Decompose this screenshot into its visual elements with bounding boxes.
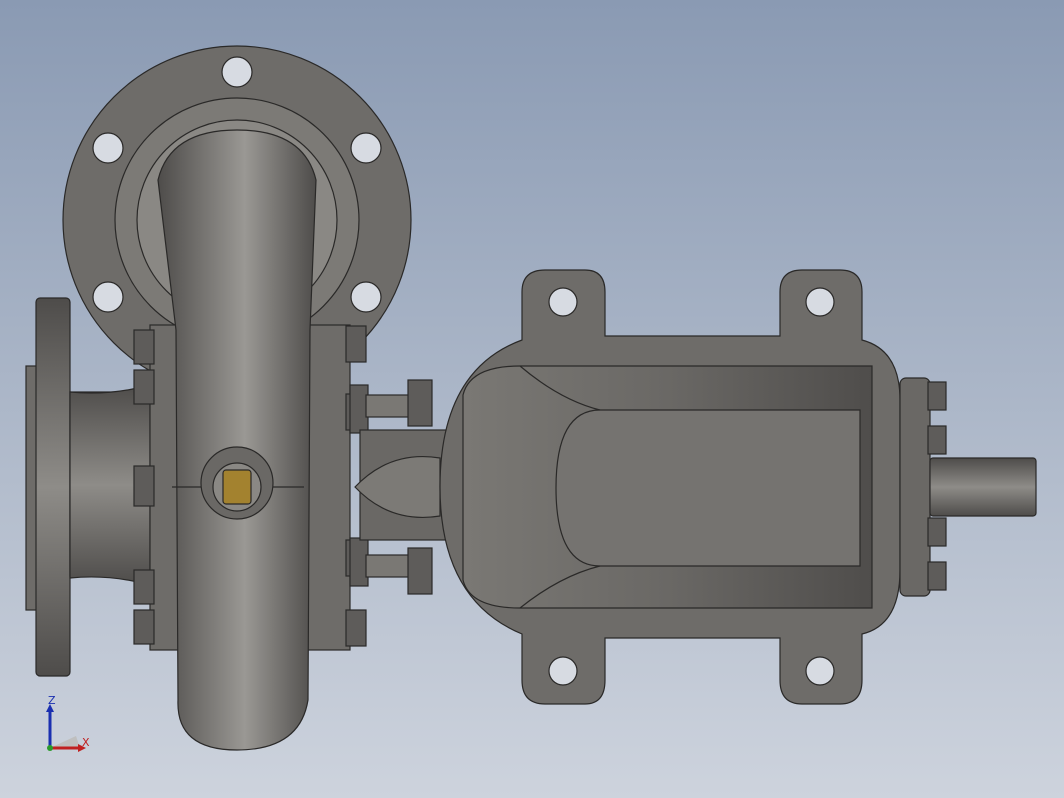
flange-bolt-hole <box>92 281 124 313</box>
mount-hole <box>548 287 578 317</box>
brass-bushing <box>200 446 274 520</box>
flange-bolt-hole <box>221 56 253 88</box>
drive-shaft <box>929 457 1037 517</box>
flange-bolt-hole <box>350 132 382 164</box>
flange-bolt-hole <box>350 281 382 313</box>
flange-bolt-hole <box>92 132 124 164</box>
coordinate-triad: Z X <box>40 694 100 758</box>
mount-hole <box>548 656 578 686</box>
y-axis-icon <box>47 745 53 751</box>
z-axis-label: Z <box>48 694 56 707</box>
graphics-viewport[interactable] <box>0 0 1064 798</box>
volute-pipe <box>157 129 317 751</box>
mount-hole <box>805 287 835 317</box>
triad-plane-icon <box>50 736 80 748</box>
x-axis-label: X <box>82 736 90 749</box>
mount-hole <box>805 656 835 686</box>
